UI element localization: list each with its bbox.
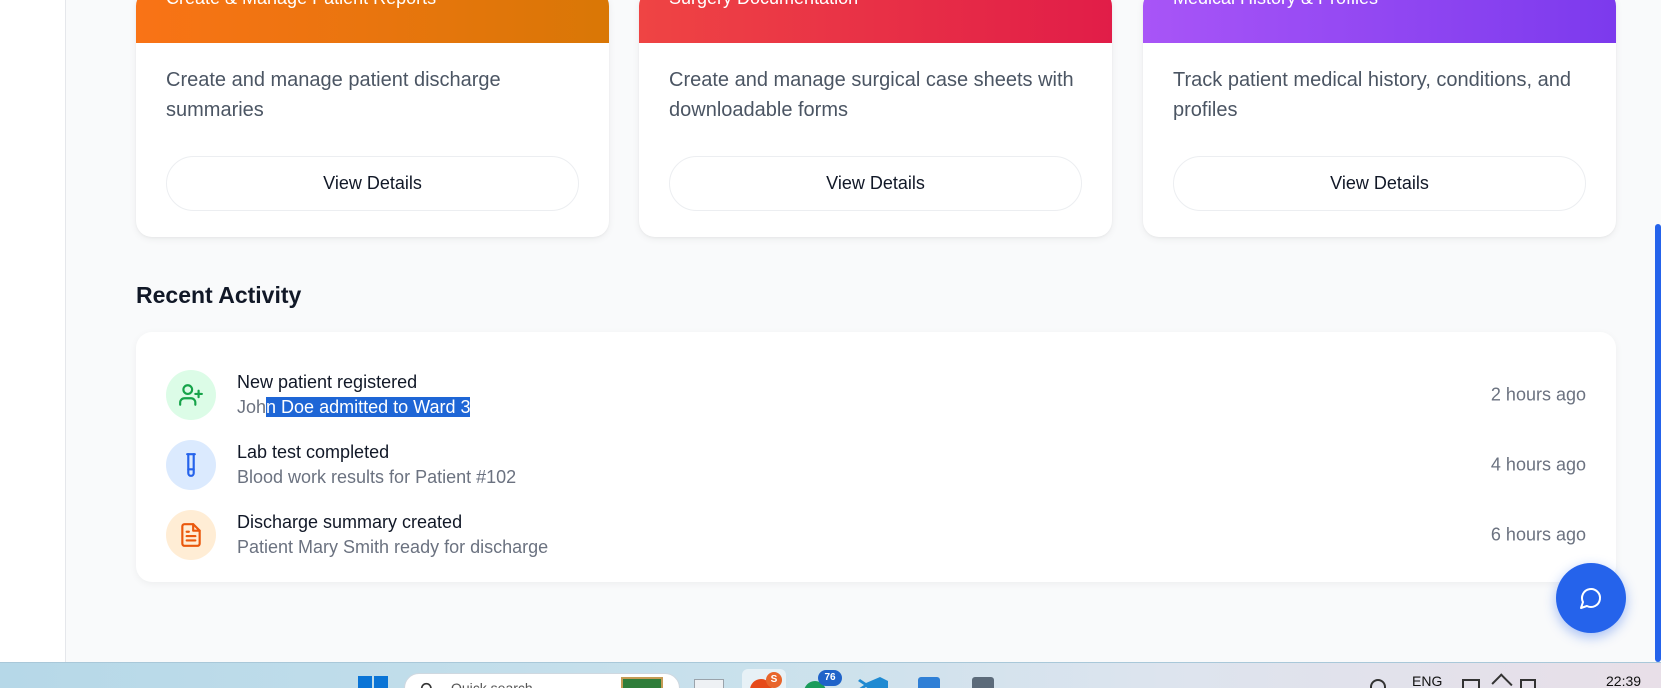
search-placeholder: Quick search — [451, 680, 533, 688]
file-explorer-icon[interactable] — [694, 679, 724, 688]
taskbar: Quick search S 76 ENG 22:39 — [0, 662, 1661, 688]
chat-button[interactable] — [1556, 563, 1626, 633]
card-medical-history: Medical History & Profiles Track patient… — [1143, 0, 1616, 237]
activity-time: 2 hours ago — [1490, 384, 1586, 405]
activity-subtitle: Patient Mary Smith ready for discharge — [237, 537, 549, 557]
app-badge: S — [766, 672, 782, 688]
test-tube-icon — [166, 440, 216, 490]
vscode-icon[interactable] — [858, 677, 888, 688]
system-tray-icon[interactable] — [1370, 679, 1386, 688]
card-patient-reports: Create & Manage Patient Reports Create a… — [136, 0, 609, 237]
sidebar — [0, 0, 66, 662]
search-icon — [420, 682, 432, 688]
card-title: Create & Manage Patient Reports — [166, 0, 436, 9]
card-surgery-documentation: Surgery Documentation Create and manage … — [639, 0, 1112, 237]
message-circle-icon — [1580, 588, 1601, 609]
activity-time: 4 hours ago — [1490, 454, 1586, 475]
main-content: Create & Manage Patient Reports Create a… — [66, 0, 1661, 662]
activity-item[interactable]: New patient registered John Doe admitted… — [166, 360, 1586, 430]
language-indicator[interactable]: ENG — [1412, 673, 1442, 688]
edge-app-icon[interactable]: 76 — [800, 669, 844, 688]
card-description: Create and manage patient discharge summ… — [166, 69, 501, 121]
chalkboard-app-icon[interactable] — [621, 677, 663, 688]
notepad-icon[interactable] — [918, 677, 940, 688]
activity-time: 6 hours ago — [1490, 524, 1586, 545]
card-title: Surgery Documentation — [669, 0, 858, 9]
clock[interactable]: 22:39 — [1606, 673, 1641, 688]
windows-start-icon[interactable] — [358, 676, 388, 688]
activity-title: Lab test completed — [237, 442, 390, 462]
calculator-icon[interactable] — [972, 677, 994, 688]
scrollbar-thumb[interactable] — [1655, 224, 1661, 662]
card-description: Track patient medical history, condition… — [1173, 69, 1571, 121]
recent-activity-title: Recent Activity — [136, 282, 302, 308]
activity-subtitle: John Doe admitted to Ward 3 — [237, 394, 471, 420]
selected-text: n Doe admitted to Ward 3 — [266, 397, 471, 417]
activity-item[interactable]: Lab test completed Blood work results fo… — [166, 430, 1586, 500]
wifi-icon[interactable] — [1491, 673, 1513, 688]
activity-title: New patient registered — [237, 372, 418, 392]
activity-title: Discharge summary created — [237, 512, 463, 532]
file-text-icon — [166, 510, 216, 560]
app-badge: 76 — [818, 670, 842, 686]
display-icon[interactable] — [1462, 679, 1480, 688]
view-details-button[interactable]: View Details — [669, 156, 1082, 211]
card-header: Create & Manage Patient Reports — [136, 0, 609, 43]
card-header: Surgery Documentation — [639, 0, 1112, 43]
view-details-button[interactable]: View Details — [166, 156, 579, 211]
view-details-button[interactable]: View Details — [1173, 156, 1586, 211]
user-plus-icon — [166, 370, 216, 420]
card-header: Medical History & Profiles — [1143, 0, 1616, 43]
card-description: Create and manage surgical case sheets w… — [669, 69, 1074, 121]
scrollbar[interactable] — [1654, 0, 1661, 662]
recent-activity-panel: New patient registered John Doe admitted… — [136, 332, 1616, 582]
activity-item[interactable]: Discharge summary created Patient Mary S… — [166, 500, 1586, 570]
activity-subtitle: Blood work results for Patient #102 — [237, 467, 517, 487]
card-title: Medical History & Profiles — [1173, 0, 1378, 9]
volume-icon[interactable] — [1520, 679, 1536, 688]
activity-subtitle-prefix: Joh — [237, 397, 267, 417]
browser-app-icon[interactable]: S — [742, 669, 786, 688]
